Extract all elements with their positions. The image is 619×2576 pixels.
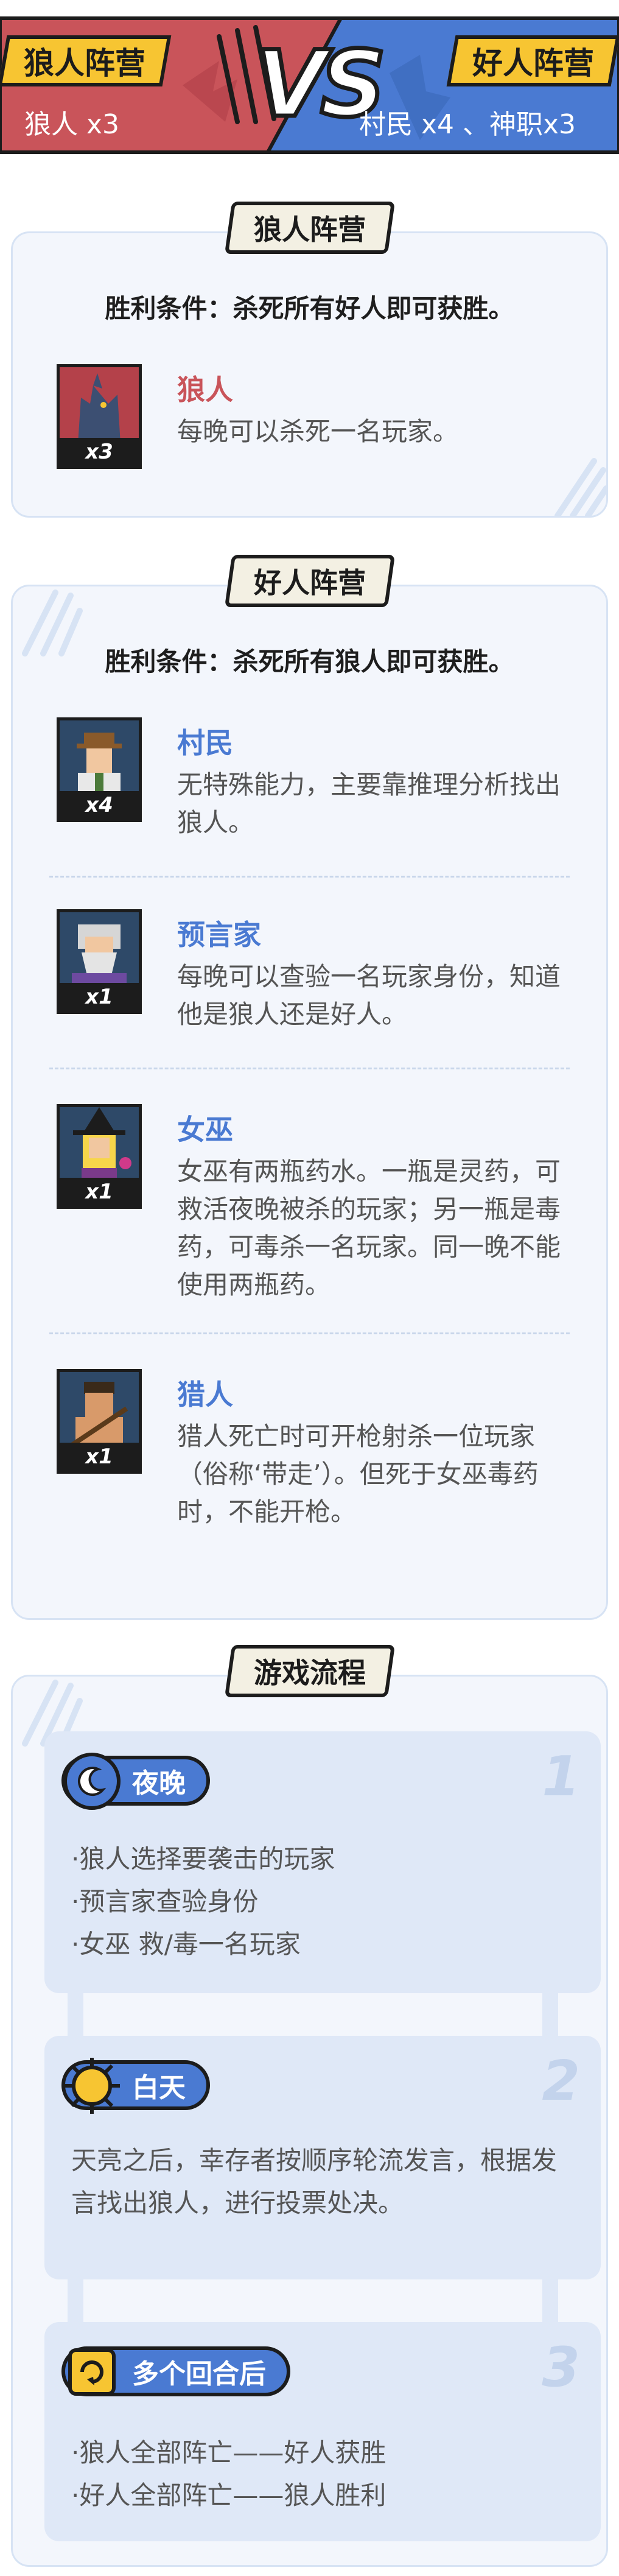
wolf-section: 狼人阵营 胜利条件：杀死所有好人即可获胜。 x3 狼人 每晚可以杀死一名玩家。	[11, 202, 608, 518]
role-card: x1 猎人 猎人死亡时可开枪射杀一位玩家（俗称‘带走’）。但死于女巫毒药时，不能…	[43, 1369, 576, 1552]
role-description: 每晚可以查验一名玩家身份，知道他是狼人还是好人。	[177, 962, 561, 1029]
step-connector	[542, 2276, 558, 2325]
divider	[49, 876, 570, 878]
step-connector	[542, 1990, 558, 2039]
section-title: 狼人阵营	[224, 202, 395, 254]
win-condition: 胜利条件：杀死所有好人即可获胜。	[105, 294, 514, 323]
seer-icon: x1	[57, 909, 142, 1014]
divider	[49, 1068, 570, 1069]
step-line: ·狼人全部阵亡——好人获胜	[71, 2438, 386, 2468]
role-card: x4 村民 无特殊能力，主要靠推理分析找出狼人。	[43, 717, 576, 864]
villager-icon: x4	[57, 717, 142, 822]
step-connector	[68, 2276, 83, 2325]
role-card: x1 预言家 每晚可以查验一名玩家身份，知道他是狼人还是好人。	[43, 909, 576, 1055]
scroll-icon	[68, 2348, 116, 2396]
step-number: 3	[542, 2335, 580, 2399]
good-section: 好人阵营 胜利条件：杀死所有狼人即可获胜。 x4 村民 无特殊能力，主要靠推理分…	[11, 555, 608, 1620]
win-condition: 胜利条件：杀死所有狼人即可获胜。	[105, 647, 514, 677]
step-label: 白天	[61, 2058, 210, 2114]
sun-icon	[64, 2058, 120, 2114]
good-team-count: 村民 x4 、神职x3	[359, 109, 576, 140]
flow-step-rounds: 3 多个回合后 ·狼人全部阵亡——好人获胜 ·好人全部阵亡——狼人胜利	[44, 2322, 601, 2541]
flow-step-day: 2 白天 天亮之后，幸存者按顺序轮流发言，根据发言找出狼人，进行投票处决。	[44, 2036, 601, 2279]
divider	[49, 1332, 570, 1334]
flow-section: 游戏流程 1 夜晚 ·狼人选择要袭击的玩家 ·预言家查验身份 ·女巫 救/毒一名…	[11, 1645, 608, 2567]
step-number: 2	[542, 2049, 580, 2113]
role-name: 狼人	[177, 373, 233, 406]
witch-icon: x1	[57, 1104, 142, 1209]
step-line: ·狼人选择要袭击的玩家	[71, 1844, 335, 1874]
flow-step-night: 1 夜晚 ·狼人选择要袭击的玩家 ·预言家查验身份 ·女巫 救/毒一名玩家	[44, 1731, 601, 1993]
moon-icon	[63, 1753, 121, 1810]
versus-banner: 狼人阵营 狼人 x3 VS 好人阵营 村民 x4 、神职x3	[0, 0, 619, 164]
role-card: x3 狼人 每晚可以杀死一名玩家。	[43, 364, 576, 510]
section-title: 好人阵营	[224, 555, 395, 607]
wolf-icon: x3	[57, 364, 142, 469]
role-description: 无特殊能力，主要靠推理分析找出狼人。	[177, 770, 561, 837]
role-description: 每晚可以杀死一名玩家。	[177, 417, 459, 446]
hunter-icon: x1	[57, 1369, 142, 1474]
role-card: x1 女巫 女巫有两瓶药水。一瓶是灵药，可救活夜晚被杀的玩家；另一瓶是毒药，可毒…	[43, 1104, 576, 1305]
role-name: 猎人	[177, 1378, 233, 1411]
step-line: ·预言家查验身份	[71, 1887, 259, 1916]
role-description: 猎人死亡时可开枪射杀一位玩家（俗称‘带走’）。但死于女巫毒药时，不能开枪。	[177, 1421, 539, 1527]
wolf-team-tag: 狼人阵营	[0, 35, 172, 86]
step-label: 夜晚	[61, 1753, 210, 1810]
step-line: ·好人全部阵亡——狼人胜利	[71, 2480, 386, 2510]
role-name: 女巫	[177, 1113, 233, 1146]
role-description: 女巫有两瓶药水。一瓶是灵药，可救活夜晚被杀的玩家；另一瓶是毒药，可毒杀一名玩家。…	[177, 1156, 561, 1300]
step-connector	[68, 1990, 83, 2039]
wolf-team-count: 狼人 x3	[24, 109, 120, 140]
role-name: 预言家	[177, 918, 261, 951]
step-text: 天亮之后，幸存者按顺序轮流发言，根据发言找出狼人，进行投票处决。	[71, 2145, 558, 2218]
step-number: 1	[542, 1745, 580, 1809]
good-team-tag: 好人阵营	[446, 35, 619, 86]
section-title: 游戏流程	[224, 1645, 395, 1697]
role-name: 村民	[177, 727, 233, 759]
step-line: ·女巫 救/毒一名玩家	[71, 1929, 301, 1959]
step-label: 多个回合后	[61, 2346, 290, 2396]
